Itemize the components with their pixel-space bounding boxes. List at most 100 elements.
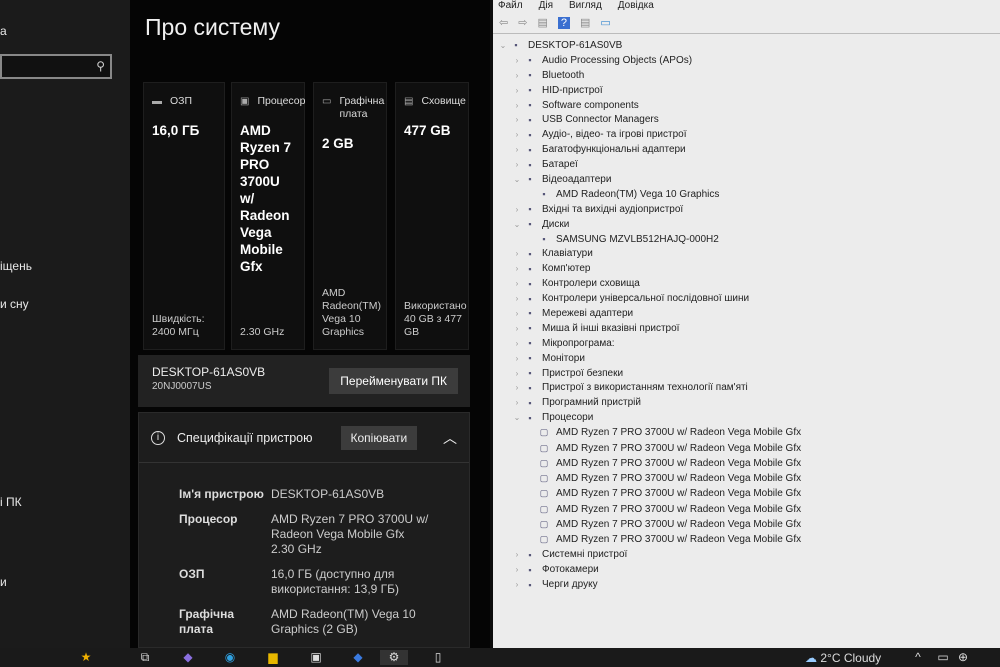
tree-item[interactable]: › ▪ Фотокамери bbox=[493, 562, 1000, 577]
nav-fragment[interactable]: іщень bbox=[0, 259, 32, 273]
properties-icon[interactable]: ▤ bbox=[537, 16, 547, 29]
edge-icon[interactable]: ◉ bbox=[222, 650, 238, 665]
search-input[interactable]: ⚲ bbox=[0, 54, 112, 79]
chevron-right-icon[interactable]: › bbox=[511, 115, 523, 124]
tree-item-label: Відеоадаптери bbox=[542, 173, 612, 185]
tree-item[interactable]: ▢ AMD Ryzen 7 PRO 3700U w/ Radeon Vega Mo… bbox=[493, 517, 1000, 532]
chevron-down-icon[interactable]: ⌄ bbox=[497, 41, 509, 50]
copilot-icon[interactable]: ◆ bbox=[180, 650, 196, 665]
chevron-right-icon[interactable]: › bbox=[511, 101, 523, 110]
nav-fragment[interactable]: и сну bbox=[0, 297, 29, 311]
store-icon[interactable]: ▣ bbox=[308, 650, 324, 665]
tree-item[interactable]: › ▪ Bluetooth bbox=[493, 68, 1000, 83]
tree-item[interactable]: › ▪ Черги друку bbox=[493, 577, 1000, 592]
tree-item-label: Bluetooth bbox=[542, 69, 585, 81]
tree-item[interactable]: › ▪ HID-пристрої bbox=[493, 83, 1000, 98]
tree-item[interactable]: ▢ AMD Ryzen 7 PRO 3700U w/ Radeon Vega Mo… bbox=[493, 532, 1000, 547]
menu-item[interactable]: Дія bbox=[539, 0, 553, 12]
tree-item-label: Audio Processing Objects (APOs) bbox=[542, 54, 693, 66]
chevron-up-icon[interactable]: ︿ bbox=[443, 428, 457, 448]
tree-item[interactable]: ⌄ ▪ Диски bbox=[493, 217, 1000, 232]
chevron-right-icon[interactable]: › bbox=[511, 550, 523, 559]
settings-icon[interactable]: ⚙ bbox=[380, 650, 408, 665]
tree-item[interactable]: ▢ AMD Ryzen 7 PRO 3700U w/ Radeon Vega Mo… bbox=[493, 471, 1000, 486]
chevron-right-icon[interactable]: › bbox=[511, 279, 523, 288]
chevron-right-icon[interactable]: › bbox=[511, 354, 523, 363]
file-explorer-icon[interactable]: ▆ bbox=[265, 650, 281, 665]
globe-icon[interactable]: ⊕ bbox=[955, 650, 971, 665]
chevron-right-icon[interactable]: › bbox=[511, 294, 523, 303]
weather-widget[interactable]: ☁ 2°C Cloudy bbox=[805, 651, 881, 665]
chevron-right-icon[interactable]: › bbox=[511, 130, 523, 139]
menu-item[interactable]: Файл bbox=[498, 0, 523, 12]
tree-item[interactable]: › ▪ Пристрої безпеки bbox=[493, 366, 1000, 381]
nav-fragment[interactable]: і ПК bbox=[0, 495, 22, 509]
tree-item[interactable]: › ▪ USB Connector Managers bbox=[493, 112, 1000, 127]
chevron-right-icon[interactable]: › bbox=[511, 383, 523, 392]
chevron-right-icon[interactable]: › bbox=[511, 565, 523, 574]
chevron-right-icon[interactable]: › bbox=[511, 145, 523, 154]
tree-item[interactable]: › ▪ Монітори bbox=[493, 351, 1000, 366]
chevron-right-icon[interactable]: › bbox=[511, 264, 523, 273]
tree-item[interactable]: ⌄ ▪ Відеоадаптери bbox=[493, 172, 1000, 187]
tree-item[interactable]: › ▪ Системні пристрої bbox=[493, 548, 1000, 563]
chevron-right-icon[interactable]: › bbox=[511, 398, 523, 407]
chevron-down-icon[interactable]: ⌄ bbox=[511, 175, 523, 184]
tree-item[interactable]: › ▪ Вхідні та вихідні аудіопристрої bbox=[493, 202, 1000, 217]
help-icon[interactable]: ? bbox=[557, 16, 570, 29]
chevron-right-icon[interactable]: › bbox=[511, 249, 523, 258]
widgets-icon[interactable]: ★ bbox=[78, 650, 94, 665]
tree-item[interactable]: ⌄ ▪ DESKTOP-61AS0VB bbox=[493, 38, 1000, 53]
nav-fragment[interactable]: и bbox=[0, 575, 7, 589]
menu-item[interactable]: Вигляд bbox=[569, 0, 602, 12]
tree-item[interactable]: › ▪ Контролери сховища bbox=[493, 276, 1000, 291]
rename-pc-button[interactable]: Перейменувати ПК bbox=[329, 368, 458, 394]
back-icon[interactable]: ⇦ bbox=[499, 16, 508, 29]
tree-item[interactable]: ▢ AMD Ryzen 7 PRO 3700U w/ Radeon Vega Mo… bbox=[493, 486, 1000, 501]
app-icon[interactable]: ◆ bbox=[350, 650, 366, 665]
chevron-right-icon[interactable]: › bbox=[511, 339, 523, 348]
tree-item[interactable]: ⌄ ▪ Процесори bbox=[493, 410, 1000, 425]
chevron-right-icon[interactable]: › bbox=[511, 160, 523, 169]
nav-fragment[interactable]: а bbox=[0, 24, 7, 38]
tree-item[interactable]: › ▪ Батареї bbox=[493, 157, 1000, 172]
task-view-icon[interactable]: ⧉ bbox=[137, 650, 153, 665]
tree-item[interactable]: › ▪ Пристрої з використанням технології па… bbox=[493, 380, 1000, 395]
forward-icon[interactable]: ⇨ bbox=[518, 16, 527, 29]
tree-item[interactable]: › ▪ Audio Processing Objects (APOs) bbox=[493, 53, 1000, 68]
monitor-icon[interactable]: ▭ bbox=[600, 16, 610, 29]
tree-item[interactable]: › ▪ Контролери універсальної послідовної ш… bbox=[493, 291, 1000, 306]
chevron-right-icon[interactable]: › bbox=[511, 309, 523, 318]
chevron-down-icon[interactable]: ⌄ bbox=[511, 220, 523, 229]
update-driver-icon[interactable]: ▤ bbox=[580, 16, 590, 29]
tree-item[interactable]: › ▪ Мікропрограма: bbox=[493, 336, 1000, 351]
chevron-right-icon[interactable]: › bbox=[511, 56, 523, 65]
chevron-right-icon[interactable]: › bbox=[511, 369, 523, 378]
tree-item[interactable]: › ▪ Software components bbox=[493, 98, 1000, 113]
tree-item[interactable]: › ▪ Мережеві адаптери bbox=[493, 306, 1000, 321]
chevron-right-icon[interactable]: › bbox=[511, 86, 523, 95]
chevron-down-icon[interactable]: ⌄ bbox=[511, 413, 523, 422]
chevron-up-icon[interactable]: ^ bbox=[910, 650, 926, 665]
tree-item[interactable]: › ▪ Миша й інші вказівні пристрої bbox=[493, 321, 1000, 336]
tree-item[interactable]: ▪ AMD Radeon(TM) Vega 10 Graphics bbox=[493, 187, 1000, 202]
tree-item[interactable]: ▢ AMD Ryzen 7 PRO 3700U w/ Radeon Vega Mo… bbox=[493, 440, 1000, 455]
tree-item[interactable]: ▢ AMD Ryzen 7 PRO 3700U w/ Radeon Vega Mo… bbox=[493, 502, 1000, 517]
tree-item[interactable]: › ▪ Багатофункціональні адаптери bbox=[493, 142, 1000, 157]
tree-item[interactable]: ▪ SAMSUNG MZVLB512HAJQ-000H2 bbox=[493, 232, 1000, 247]
tree-item[interactable]: › ▪ Програмний пристрій bbox=[493, 395, 1000, 410]
tree-item[interactable]: ▢ AMD Ryzen 7 PRO 3700U w/ Radeon Vega Mo… bbox=[493, 456, 1000, 471]
tree-item[interactable]: › ▪ Комп'ютер bbox=[493, 261, 1000, 276]
copy-button[interactable]: Копіювати bbox=[340, 425, 418, 450]
tree-item[interactable]: ▢ AMD Ryzen 7 PRO 3700U w/ Radeon Vega Mo… bbox=[493, 425, 1000, 440]
network-icon[interactable]: ▭ bbox=[935, 650, 951, 665]
chevron-right-icon[interactable]: › bbox=[511, 71, 523, 80]
chevron-right-icon[interactable]: › bbox=[511, 205, 523, 214]
tree-item[interactable]: › ▪ Аудіо-, відео- та ігрові пристрої bbox=[493, 127, 1000, 142]
chevron-right-icon[interactable]: › bbox=[511, 580, 523, 589]
chevron-right-icon[interactable]: › bbox=[511, 324, 523, 333]
device-manager-icon[interactable]: ▯ bbox=[430, 650, 446, 665]
menu-item[interactable]: Довідка bbox=[618, 0, 654, 12]
tree-item[interactable]: › ▪ Клавіатури bbox=[493, 246, 1000, 261]
search-icon[interactable]: ⚲ bbox=[96, 59, 105, 73]
